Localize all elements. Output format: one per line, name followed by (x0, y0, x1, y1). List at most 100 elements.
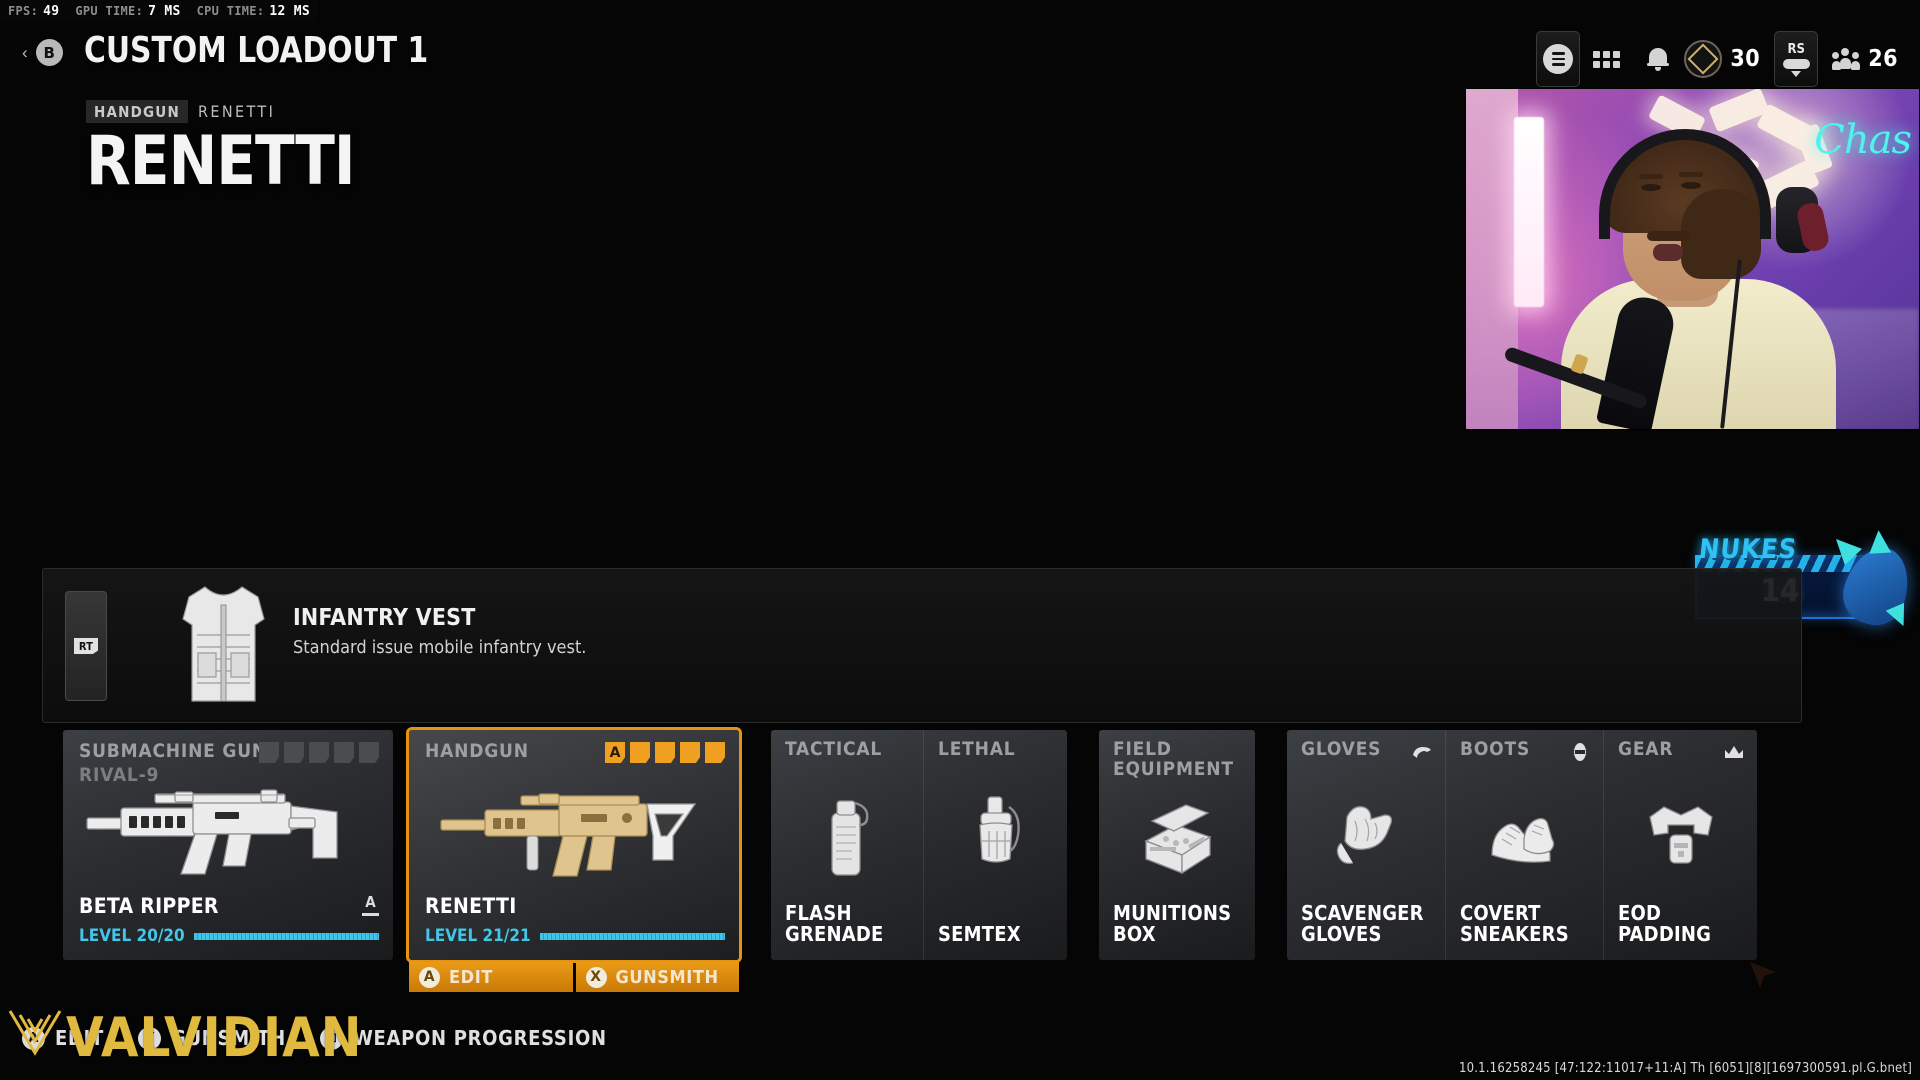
tactical-vest-icon (171, 579, 276, 709)
secondary-action-row: A EDIT X GUNSMITH (409, 962, 739, 992)
attachment-pip (259, 742, 279, 763)
secondary-attachment-pips: A (605, 742, 725, 763)
loadout-card-field-equipment[interactable]: FIELD EQUIPMENT MUNITIONS BOX (1099, 730, 1255, 960)
flash-grenade-icon (771, 788, 923, 888)
secondary-category: HANDGUN (425, 740, 529, 762)
tactical-label: FLASH GRENADE (785, 900, 884, 947)
hud-party-indicator[interactable]: 26 (1832, 30, 1898, 88)
primary-attachment-pips (259, 742, 379, 763)
perk-glove-icon (1411, 742, 1433, 762)
perk-boot-icon (1569, 742, 1591, 762)
gunsmith-button[interactable]: X GUNSMITH (575, 962, 739, 992)
hud-right-cluster: 30 RS 26 (1536, 30, 1898, 88)
party-value: 26 (1868, 46, 1898, 72)
hud-rank-indicator[interactable]: 30 (1684, 30, 1760, 88)
attachment-pip (309, 742, 329, 763)
lethal-label: SEMTEX (938, 922, 1021, 947)
edit-button[interactable]: A EDIT (409, 962, 573, 992)
attachment-pip (284, 742, 304, 763)
rs-label: RS (1787, 41, 1805, 57)
vest-text-block: INFANTRY VEST Standard issue mobile infa… (293, 605, 586, 658)
perk-slot-boots[interactable]: BOOTS COVERT SNEAKERS (1445, 730, 1603, 960)
page-title: CUSTOM LOADOUT 1 (84, 30, 429, 71)
primary-weapon-image (75, 778, 381, 888)
lethal-category: LETHAL (938, 738, 1016, 760)
secondary-level-row: LEVEL 21/21 (425, 926, 725, 946)
equipment-slot-tactical[interactable]: TACTICAL FLASH GRENADE (771, 730, 923, 960)
bottom-bar-weapon-progression[interactable]: ⊡ WEAPON PROGRESSION (319, 1026, 607, 1050)
loadout-row: SUBMACHINE GUN RIVAL-9 BETA RIPPER A LEV… (63, 730, 1757, 992)
weapon-display-name: RENETTI (86, 122, 356, 201)
back-button[interactable]: ‹ B (22, 39, 63, 66)
watermark-sigil-icon (6, 1005, 64, 1070)
perf-value: 7 MS (148, 3, 181, 19)
perf-key: GPU TIME: (75, 3, 144, 18)
primary-rank-icon: A (362, 895, 379, 916)
equipment-slot-field[interactable]: FIELD EQUIPMENT MUNITIONS BOX (1099, 730, 1255, 960)
eod-padding-icon (1604, 788, 1757, 888)
cursor-ghost-icon (1746, 958, 1784, 996)
loadout-card-secondary[interactable]: HANDGUN A RENETTI LEVEL 21/21 A EDIT X G… (409, 730, 739, 992)
gloves-label: SCAVENGER GLOVES (1301, 900, 1424, 947)
bottom-bar-weapon-progression-label: WEAPON PROGRESSION (352, 1026, 607, 1050)
a-button-glyph: A (419, 966, 440, 988)
game-screen: FPS: 49 GPU TIME: 7 MS CPU TIME: 12 MS ‹… (0, 0, 1920, 1080)
party-icon (1832, 48, 1861, 70)
perk-slot-gloves[interactable]: GLOVES SCAVENGER GLOVES (1287, 730, 1445, 960)
weapon-category-chip: HANDGUN (86, 100, 188, 123)
perf-stat-fps: FPS: 49 (8, 4, 59, 19)
right-stick-icon: RS (1782, 41, 1810, 77)
attachment-pip (359, 742, 379, 763)
rt-trigger-button[interactable]: RT (65, 591, 107, 701)
gear-label: EOD PADDING (1618, 900, 1712, 947)
gloves-category: GLOVES (1301, 738, 1382, 760)
rank-badge-icon (1684, 40, 1723, 78)
tactical-category: TACTICAL (785, 738, 883, 760)
perk-slot-gear[interactable]: GEAR EOD PADDING (1603, 730, 1757, 960)
hud-notifications-button[interactable] (1632, 30, 1684, 88)
attachment-pip-badge: A (605, 742, 625, 763)
primary-level-bar (193, 932, 379, 940)
performance-hud: FPS: 49 GPU TIME: 7 MS CPU TIME: 12 MS (0, 0, 318, 22)
loadout-card-equipment[interactable]: TACTICAL FLASH GRENADE LETHAL SEMTEX (771, 730, 1067, 960)
vest-panel[interactable]: RT INFANTRY VEST Standard issue mobile i… (42, 568, 1802, 723)
watermark-text: VALVIDIAN (66, 1006, 363, 1069)
secondary-weapon-name: RENETTI (425, 894, 517, 918)
rank-value: 30 (1730, 46, 1761, 72)
bell-icon (1647, 46, 1670, 72)
streamer-facecam: Chas (1465, 88, 1920, 430)
hud-menu-button[interactable] (1536, 31, 1581, 87)
hud-apps-button[interactable] (1580, 30, 1632, 88)
hud-rs-button[interactable]: RS (1774, 31, 1819, 87)
boots-label: COVERT SNEAKERS (1460, 900, 1569, 947)
rt-button-glyph: RT (73, 638, 99, 654)
vest-description: Standard issue mobile infantry vest. (293, 637, 587, 658)
streamer-figure (1503, 129, 1836, 429)
perf-key: CPU TIME: (196, 3, 265, 18)
munitions-box-icon (1099, 788, 1255, 888)
vest-title: INFANTRY VEST (293, 605, 476, 631)
field-label: MUNITIONS BOX (1113, 900, 1232, 947)
perk-gear-icon (1723, 742, 1745, 762)
stream-watermark: VALVIDIAN (6, 1005, 362, 1070)
x-button-glyph: X (585, 966, 607, 988)
perf-value: 49 (43, 3, 60, 19)
chevron-left-icon: ‹ (22, 43, 28, 62)
grid-icon (1592, 50, 1620, 68)
loadout-card-primary[interactable]: SUBMACHINE GUN RIVAL-9 BETA RIPPER A LEV… (63, 730, 393, 960)
weapon-header: HANDGUN RENETTI RENETTI (86, 100, 369, 196)
attachment-pip (705, 742, 725, 763)
attachment-pip (334, 742, 354, 763)
b-button-glyph: B (35, 39, 63, 66)
loadout-card-perks[interactable]: GLOVES SCAVENGER GLOVES BOOTS COVERT SNE… (1287, 730, 1757, 960)
weapon-breadcrumb: HANDGUN RENETTI (86, 100, 369, 123)
perf-stat-cpu-time: CPU TIME: 12 MS (197, 4, 310, 19)
facecam-door (1466, 89, 1518, 429)
edit-button-label: EDIT (449, 966, 493, 988)
perf-value: 12 MS (269, 3, 310, 19)
top-bar: ‹ B CUSTOM LOADOUT 1 30 RS 26 (0, 22, 1920, 87)
equipment-slot-lethal[interactable]: LETHAL SEMTEX (923, 730, 1067, 960)
primary-level-row: LEVEL 20/20 (79, 926, 379, 946)
semtex-grenade-icon (924, 788, 1067, 888)
attachment-pip (655, 742, 675, 763)
